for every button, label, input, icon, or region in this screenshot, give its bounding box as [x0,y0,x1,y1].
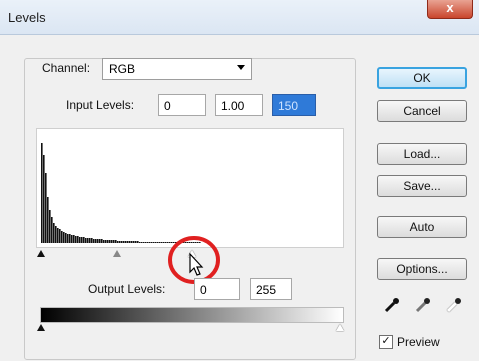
histogram-bar [77,236,79,243]
close-button[interactable]: x [427,0,473,19]
output-black-slider[interactable] [37,324,45,331]
histogram-bar [125,241,127,243]
input-gamma-field[interactable]: 1.00 [215,94,263,116]
histogram-bar [81,237,83,243]
histogram-bar [53,223,55,243]
histogram-bar [131,241,133,243]
histogram-bar [93,239,95,243]
histogram-bar [145,242,147,243]
histogram-bar [67,234,69,243]
histogram-bar [87,238,89,243]
histogram-bar [115,240,117,243]
histogram-bars [41,143,201,243]
histogram-bar [47,197,49,243]
histogram-bar [41,143,43,243]
histogram-bar [45,173,47,243]
histogram-bar [71,235,73,243]
histogram-bar [89,238,91,243]
histogram-bar [63,232,65,243]
chevron-down-icon [237,65,245,70]
histogram-bar [147,242,149,243]
histogram-bar [127,241,129,243]
auto-button[interactable]: Auto [377,216,467,238]
histogram-bar [79,237,81,243]
levels-dialog: Levels x Channel: RGB Input Levels: 0 1.… [0,0,479,361]
channel-value: RGB [109,62,136,76]
histogram-bar [55,226,57,243]
histogram [36,128,344,248]
channel-label: Channel: [42,61,91,75]
eyedropper-gray-icon[interactable] [413,295,433,315]
histogram-bar [157,242,159,243]
output-black-field[interactable]: 0 [194,278,240,300]
histogram-bar [111,240,113,243]
options-button[interactable]: Options... [377,258,467,280]
mouse-pointer-icon [189,252,204,276]
output-white-slider[interactable] [336,324,344,331]
check-icon: ✓ [381,335,391,347]
input-levels-label: Input Levels: [66,98,135,112]
histogram-bar [135,241,137,243]
histogram-bar [69,234,71,243]
histogram-bar [161,242,163,243]
histogram-bar [59,229,61,243]
histogram-bar [123,241,125,243]
histogram-bar [151,242,153,243]
histogram-bar [99,239,101,243]
save-button[interactable]: Save... [377,175,467,197]
channel-select[interactable]: RGB [102,58,252,80]
histogram-bar [97,239,99,243]
histogram-bar [43,155,45,243]
histogram-bar [159,242,161,243]
histogram-bar [61,231,63,243]
input-black-field[interactable]: 0 [158,94,206,116]
histogram-bar [139,242,141,243]
histogram-bar [121,241,123,243]
preview-label: Preview [397,335,440,349]
histogram-bar [91,238,93,243]
histogram-bar [153,242,155,243]
histogram-bar [95,239,97,243]
histogram-bar [57,228,59,243]
input-white-field[interactable]: 150 [272,94,316,116]
histogram-bar [117,241,119,243]
histogram-bar [85,238,87,243]
histogram-bar [149,242,151,243]
histogram-bar [141,242,143,243]
histogram-bar [119,241,121,243]
input-black-slider[interactable] [37,250,45,257]
histogram-bar [105,240,107,243]
eyedropper-white-icon[interactable] [444,295,464,315]
histogram-bar [133,241,135,243]
histogram-bar [49,210,51,243]
histogram-bar [109,240,111,243]
preview-checkbox[interactable]: ✓ [379,335,393,349]
histogram-bar [143,242,145,243]
histogram-bar [129,241,131,243]
close-icon: x [446,0,454,15]
input-gamma-slider[interactable] [113,250,121,257]
histogram-bar [83,237,85,243]
dialog-title: Levels [8,10,46,25]
output-levels-label: Output Levels: [88,282,166,296]
cancel-button[interactable]: Cancel [377,100,467,122]
eyedropper-black-icon[interactable] [382,295,402,315]
output-white-field[interactable]: 255 [250,278,292,300]
output-gradient-bar [40,307,344,323]
ok-button[interactable]: OK [377,67,467,89]
histogram-bar [137,241,139,243]
histogram-bar [75,236,77,243]
histogram-bar [101,239,103,243]
histogram-bar [65,233,67,243]
histogram-bar [51,217,53,243]
title-bar: Levels x [0,0,479,35]
histogram-bar [113,240,115,243]
histogram-bar [73,235,75,243]
histogram-bar [155,242,157,243]
histogram-bar [103,240,105,243]
load-button[interactable]: Load... [377,143,467,165]
histogram-bar [107,240,109,243]
